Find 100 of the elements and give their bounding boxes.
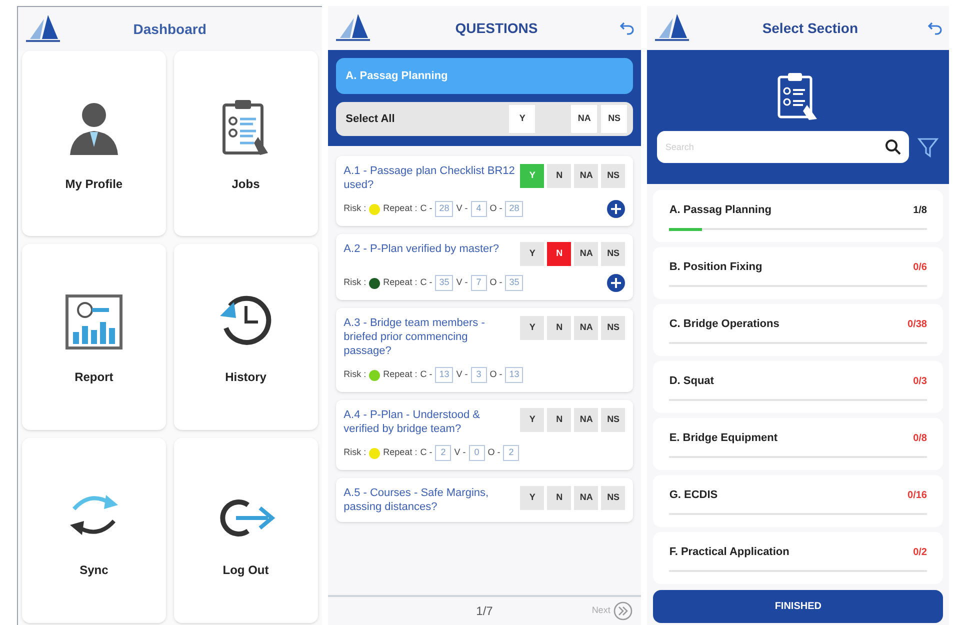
- filter-icon[interactable]: [917, 136, 939, 158]
- risk-label: Risk :: [344, 276, 366, 290]
- section-row[interactable]: B. Position Fixing 0/6: [653, 247, 943, 299]
- menu-tile[interactable]: Sync: [22, 438, 166, 623]
- menu-tile[interactable]: Log Out: [174, 438, 318, 623]
- answer-option-button[interactable]: NA: [574, 164, 598, 188]
- section-row[interactable]: G. ECDIS 0/16: [653, 475, 943, 527]
- section-count: 0/38: [908, 318, 927, 332]
- section-count: 0/3: [913, 374, 927, 388]
- counter-label: O -: [488, 446, 500, 460]
- select-all-label: Select All: [346, 112, 396, 127]
- sail-logo-icon: [334, 12, 372, 42]
- section-name: G. ECDIS: [669, 488, 718, 503]
- counter-value: 3: [470, 367, 487, 383]
- counter-label: O -: [490, 202, 502, 216]
- section-name: A. Passag Planning: [669, 202, 772, 218]
- counter-label: C -: [420, 368, 432, 382]
- repeat-label: Repeat :: [383, 276, 418, 290]
- answer-option-button[interactable]: N: [547, 316, 572, 340]
- repeat-label: Repeat :: [383, 202, 418, 216]
- counter-value: 0: [468, 445, 485, 461]
- answer-option-button[interactable]: NS: [601, 408, 626, 432]
- counter-label: O -: [490, 368, 502, 382]
- answer-option-button[interactable]: N: [547, 486, 572, 510]
- section-count: 0/16: [908, 488, 927, 502]
- select-all-option-button[interactable]: Y: [509, 105, 536, 133]
- counter-value: 4: [470, 201, 487, 217]
- finished-button[interactable]: FINISHED: [653, 590, 943, 623]
- counter-value: 2: [503, 445, 520, 461]
- section-row[interactable]: A. Passag Planning 1/8: [653, 190, 943, 242]
- add-icon[interactable]: [607, 200, 626, 218]
- answer-option-button[interactable]: NA: [574, 242, 598, 266]
- counter-label: O -: [490, 276, 502, 290]
- risk-label: Risk :: [344, 446, 366, 460]
- repeat-label: Repeat :: [383, 446, 418, 460]
- section-row[interactable]: E. Bridge Equipment 0/8: [653, 418, 943, 470]
- answer-option-button[interactable]: Y: [520, 486, 544, 510]
- question-text: A.3 - Bridge team members - briefed prior commencing passage?: [344, 316, 486, 358]
- screen-title: QUESTIONS: [454, 18, 539, 38]
- answer-option-button[interactable]: NS: [601, 242, 626, 266]
- back-icon[interactable]: [927, 20, 943, 36]
- select-all-option-button[interactable]: NS: [601, 105, 628, 133]
- search-icon[interactable]: [885, 139, 901, 155]
- counter-value: 13: [505, 367, 524, 383]
- answer-option-button[interactable]: Y: [520, 408, 544, 432]
- section-count: 0/8: [913, 432, 927, 446]
- section-name: F. Practical Application: [669, 544, 790, 560]
- counter-value: 35: [435, 275, 454, 291]
- question-text: A.5 - Courses - Safe Margins, passing distances?: [344, 486, 490, 514]
- menu-tile[interactable]: Jobs: [174, 51, 318, 236]
- counter-value: 28: [435, 201, 454, 217]
- menu-tile[interactable]: History: [174, 244, 318, 430]
- counter-label: C -: [420, 276, 432, 290]
- menu-tile[interactable]: Report: [22, 244, 166, 430]
- risk-label: Risk :: [344, 368, 366, 382]
- answer-option-button[interactable]: N: [547, 164, 572, 188]
- answer-option-button[interactable]: NS: [601, 164, 626, 188]
- screen-title: Select Section: [761, 18, 860, 38]
- counter-value: 2: [435, 445, 452, 461]
- answer-option-button[interactable]: Y: [520, 316, 544, 340]
- section-row[interactable]: D. Squat 0/3: [653, 361, 943, 413]
- repeat-label: Repeat :: [383, 368, 418, 382]
- counter-label: C -: [420, 446, 432, 460]
- section-name: C. Bridge Operations: [669, 316, 780, 332]
- next-chevron-icon[interactable]: [613, 601, 634, 621]
- section-row[interactable]: F. Practical Application 0/2: [653, 532, 943, 584]
- counter-value: 28: [505, 201, 524, 217]
- answer-option-button[interactable]: NA: [574, 486, 598, 510]
- select-all-option-button[interactable]: NA: [571, 105, 598, 133]
- question-text: A.4 - P-Plan - Understood & verified by bridge team?: [344, 408, 482, 436]
- section-name: B. Position Fixing: [669, 260, 762, 275]
- counter-label: C -: [420, 202, 432, 216]
- counter-label: V -: [454, 446, 466, 460]
- counter-value: 13: [435, 367, 454, 383]
- answer-option-button[interactable]: NA: [574, 316, 598, 340]
- question-text: A.2 - P-Plan verified by master?: [344, 242, 500, 256]
- back-icon[interactable]: [619, 20, 636, 36]
- risk-label: Risk :: [344, 202, 366, 216]
- section-count: 1/8: [913, 204, 927, 218]
- section-row[interactable]: C. Bridge Operations 0/38: [653, 304, 943, 356]
- section-name-bar: A. Passag Planning: [336, 58, 634, 94]
- section-name: E. Bridge Equipment: [669, 430, 778, 446]
- report-chart-icon: [64, 294, 123, 350]
- counter-value: 7: [470, 275, 487, 291]
- page-indicator: 1/7: [476, 603, 493, 620]
- sail-logo-icon: [653, 12, 692, 42]
- section-count: 0/2: [913, 546, 927, 560]
- answer-option-button[interactable]: NA: [574, 408, 598, 432]
- answer-option-button[interactable]: N: [547, 242, 572, 266]
- counter-label: V -: [456, 202, 468, 216]
- section-count: 0/6: [913, 260, 927, 274]
- menu-tile[interactable]: My Profile: [22, 51, 166, 236]
- answer-option-button[interactable]: NS: [601, 316, 626, 340]
- answer-option-button[interactable]: N: [547, 408, 572, 432]
- answer-option-button[interactable]: NS: [601, 486, 626, 510]
- question-text: A.1 - Passage plan Checklist BR12 used?: [344, 164, 516, 192]
- add-icon[interactable]: [607, 274, 626, 292]
- counter-label: V -: [456, 368, 468, 382]
- counter-value: 35: [505, 275, 524, 291]
- answer-option-button[interactable]: Y: [520, 242, 544, 266]
